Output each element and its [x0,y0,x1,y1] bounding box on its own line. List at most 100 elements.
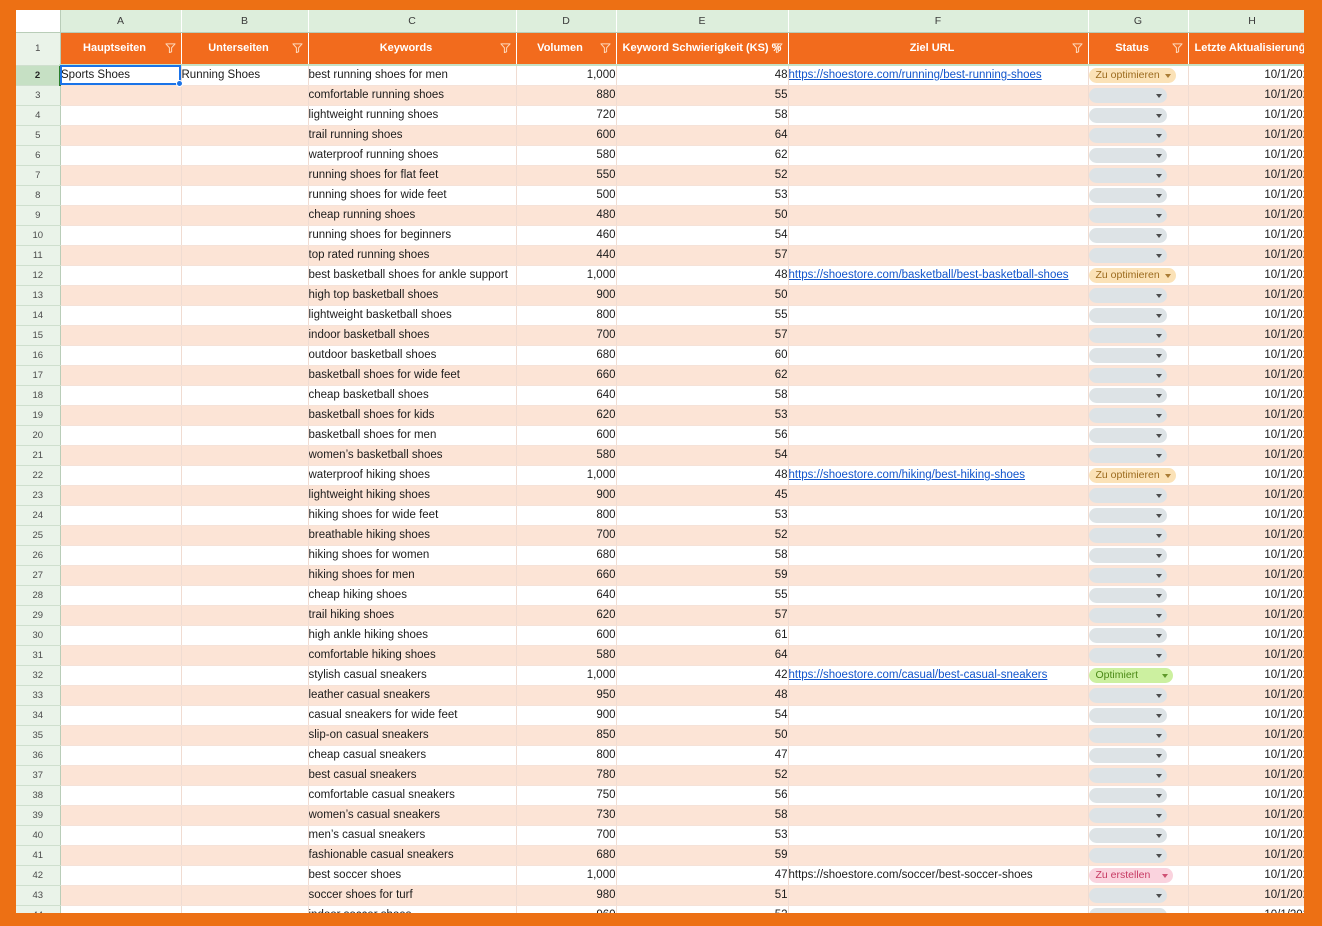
cell-letzte-aktualisierung[interactable]: 10/1/2023 [1188,65,1304,86]
header-cell-a[interactable]: Hauptseiten [60,32,182,66]
status-dropdown[interactable] [1088,306,1188,325]
chevron-down-icon[interactable] [1155,513,1162,518]
status-dropdown[interactable] [1088,326,1188,345]
cell-keyword[interactable]: running shoes for flat feet [308,165,517,186]
cell-keyword-difficulty[interactable]: 56 [616,785,789,806]
filter-funnel-icon[interactable] [164,43,176,54]
chevron-down-icon[interactable] [1155,713,1162,718]
cell-unterseiten[interactable] [181,285,309,306]
cell-keyword[interactable]: running shoes for wide feet [308,185,517,206]
cell-keyword[interactable]: high ankle hiking shoes [308,625,517,646]
row-number[interactable]: 28 [16,585,61,606]
cell-keyword-difficulty[interactable]: 59 [616,845,789,866]
cell-keyword[interactable]: slip-on casual sneakers [308,725,517,746]
cell-ziel-url[interactable]: https://shoestore.com/basketball/best-ba… [788,265,1089,286]
cell-keyword-difficulty[interactable]: 58 [616,105,789,126]
row-number[interactable]: 21 [16,445,61,466]
cell-keyword[interactable]: cheap running shoes [308,205,517,226]
cell-hauptseiten[interactable] [60,125,182,146]
table-row[interactable]: 3 comfortable running shoes88055 10/1/2023 [16,85,1304,106]
cell-status[interactable] [1088,285,1189,306]
cell-status[interactable] [1088,625,1189,646]
cell-keyword[interactable]: cheap hiking shoes [308,585,517,606]
row-number[interactable]: 31 [16,645,61,666]
cell-status[interactable] [1088,185,1189,206]
table-row[interactable]: 8 running shoes for wide feet 500 53 10/1/20… [16,185,1304,206]
table-row[interactable]: 15 indoor basketball shoes70057 10/1/2023 [16,325,1304,346]
cell-unterseiten[interactable] [181,345,309,366]
cell-hauptseiten[interactable] [60,345,182,366]
cell-ziel-url[interactable] [788,385,1089,406]
cell-volumen[interactable]: 800 [516,505,617,526]
row-number[interactable]: 41 [16,845,61,866]
cell-ziel-url[interactable]: https://shoestore.com/casual/best-casual… [788,665,1089,686]
cell-volumen[interactable]: 850 [516,725,617,746]
cell-volumen[interactable]: 1,000 [516,65,617,86]
row-number[interactable]: 19 [16,405,61,426]
status-dropdown[interactable] [1088,586,1188,605]
cell-ziel-url[interactable] [788,305,1089,326]
column-header-b[interactable]: B [181,10,309,33]
chevron-down-icon[interactable] [1155,313,1162,318]
row-number[interactable]: 25 [16,525,61,546]
status-badge[interactable] [1088,688,1167,703]
cell-status[interactable] [1088,845,1189,866]
cell-unterseiten[interactable] [181,785,309,806]
cell-hauptseiten[interactable] [60,205,182,226]
chevron-down-icon[interactable] [1155,213,1162,218]
cell-status[interactable] [1088,545,1189,566]
cell-ziel-url[interactable] [788,325,1089,346]
status-dropdown[interactable] [1088,166,1188,185]
cell-volumen[interactable]: 680 [516,345,617,366]
cell-status[interactable] [1088,765,1189,786]
chevron-down-icon[interactable] [1155,373,1162,378]
cell-unterseiten[interactable] [181,645,309,666]
status-dropdown[interactable] [1088,546,1188,565]
cell-letzte-aktualisierung[interactable]: 10/1/2023 [1188,665,1304,686]
status-badge[interactable] [1088,588,1167,603]
cell-keyword-difficulty[interactable]: 58 [616,385,789,406]
cell-keyword-difficulty[interactable]: 52 [616,905,789,913]
row-number[interactable]: 11 [16,245,61,266]
cell-status[interactable] [1088,505,1189,526]
status-dropdown[interactable] [1088,446,1188,465]
cell-keyword[interactable]: hiking shoes for women [308,545,517,566]
cell-unterseiten[interactable] [181,425,309,446]
cell-letzte-aktualisierung[interactable]: 10/1/2023 [1188,465,1304,486]
cell-volumen[interactable]: 620 [516,405,617,426]
cell-keyword-difficulty[interactable]: 48 [616,65,789,86]
cell-letzte-aktualisierung[interactable]: 10/1/2023 [1188,565,1304,586]
cell-keyword[interactable]: best soccer shoes [308,865,517,886]
table-row[interactable]: 4 lightweight running shoes72058 10/1/2023 [16,105,1304,126]
table-row[interactable]: 31 comfortable hiking shoes58064 10/1/2023 [16,645,1304,666]
cell-volumen[interactable]: 1,000 [516,865,617,886]
cell-keyword-difficulty[interactable]: 51 [616,885,789,906]
status-dropdown[interactable] [1088,746,1188,765]
cell-status[interactable] [1088,205,1189,226]
cell-volumen[interactable]: 600 [516,625,617,646]
cell-unterseiten[interactable] [181,445,309,466]
cell-hauptseiten[interactable] [60,585,182,606]
cell-keyword-difficulty[interactable]: 52 [616,765,789,786]
cell-unterseiten[interactable]: Running Shoes [181,65,309,86]
row-number[interactable]: 23 [16,485,61,506]
status-dropdown[interactable] [1088,906,1188,913]
cell-status[interactable] [1088,445,1189,466]
chevron-down-icon[interactable] [1155,553,1162,558]
status-dropdown[interactable] [1088,686,1188,705]
header-cell-e[interactable]: Keyword Schwierigkeit (KS) % [616,32,789,66]
table-row[interactable]: 10 running shoes for beginners 460 54 10/1/2… [16,225,1304,246]
table-row[interactable]: 44 indoor soccer shoes96052 10/1/2023 [16,905,1304,913]
chevron-down-icon[interactable] [1155,453,1162,458]
table-row[interactable]: 24 hiking shoes for wide feet 800 53 10/1/20… [16,505,1304,526]
cell-keyword[interactable]: casual sneakers for wide feet [308,705,517,726]
cell-unterseiten[interactable] [181,525,309,546]
cell-keyword-difficulty[interactable]: 53 [616,505,789,526]
row-number[interactable]: 9 [16,205,61,226]
cell-keyword-difficulty[interactable]: 50 [616,725,789,746]
cell-hauptseiten[interactable] [60,405,182,426]
status-badge[interactable] [1088,648,1167,663]
cell-ziel-url[interactable] [788,745,1089,766]
status-badge[interactable] [1088,288,1167,303]
status-badge[interactable] [1088,748,1167,763]
